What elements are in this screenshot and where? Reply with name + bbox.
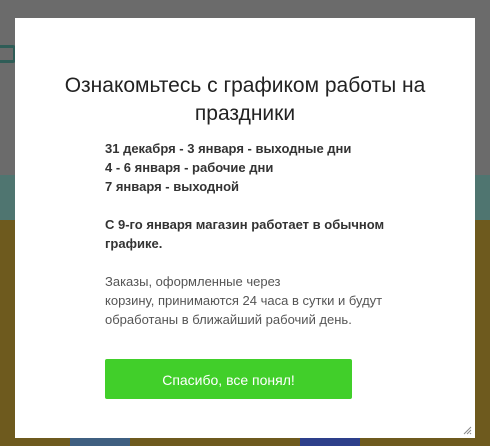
order-info-text: Заказы, оформленные через корзину, прини… xyxy=(105,272,425,329)
info-line: корзину, принимаются 24 часа в сутки и б… xyxy=(105,293,383,308)
modal-title: Ознакомьтесь с графиком работы на праздн… xyxy=(64,74,426,125)
holiday-schedule-list: 31 декабря - 3 января - выходные дни 4 -… xyxy=(105,139,435,196)
schedule-line: 31 декабря - 3 января - выходные дни xyxy=(105,141,352,156)
resize-handle-icon[interactable] xyxy=(463,426,472,435)
background-logo-icon xyxy=(0,45,16,63)
schedule-line: 7 января - выходной xyxy=(105,179,240,194)
info-line: обработаны в ближайший рабочий день. xyxy=(105,312,352,327)
schedule-line: 4 - 6 января - рабочие дни xyxy=(105,160,274,175)
holiday-schedule-modal: Ознакомьтесь с графиком работы на праздн… xyxy=(15,18,475,438)
confirm-button[interactable]: Спасибо, все понял! xyxy=(105,359,352,399)
info-line: Заказы, оформленные через xyxy=(105,274,281,289)
regular-schedule-notice: С 9-го января магазин работает в обычном… xyxy=(105,217,385,251)
